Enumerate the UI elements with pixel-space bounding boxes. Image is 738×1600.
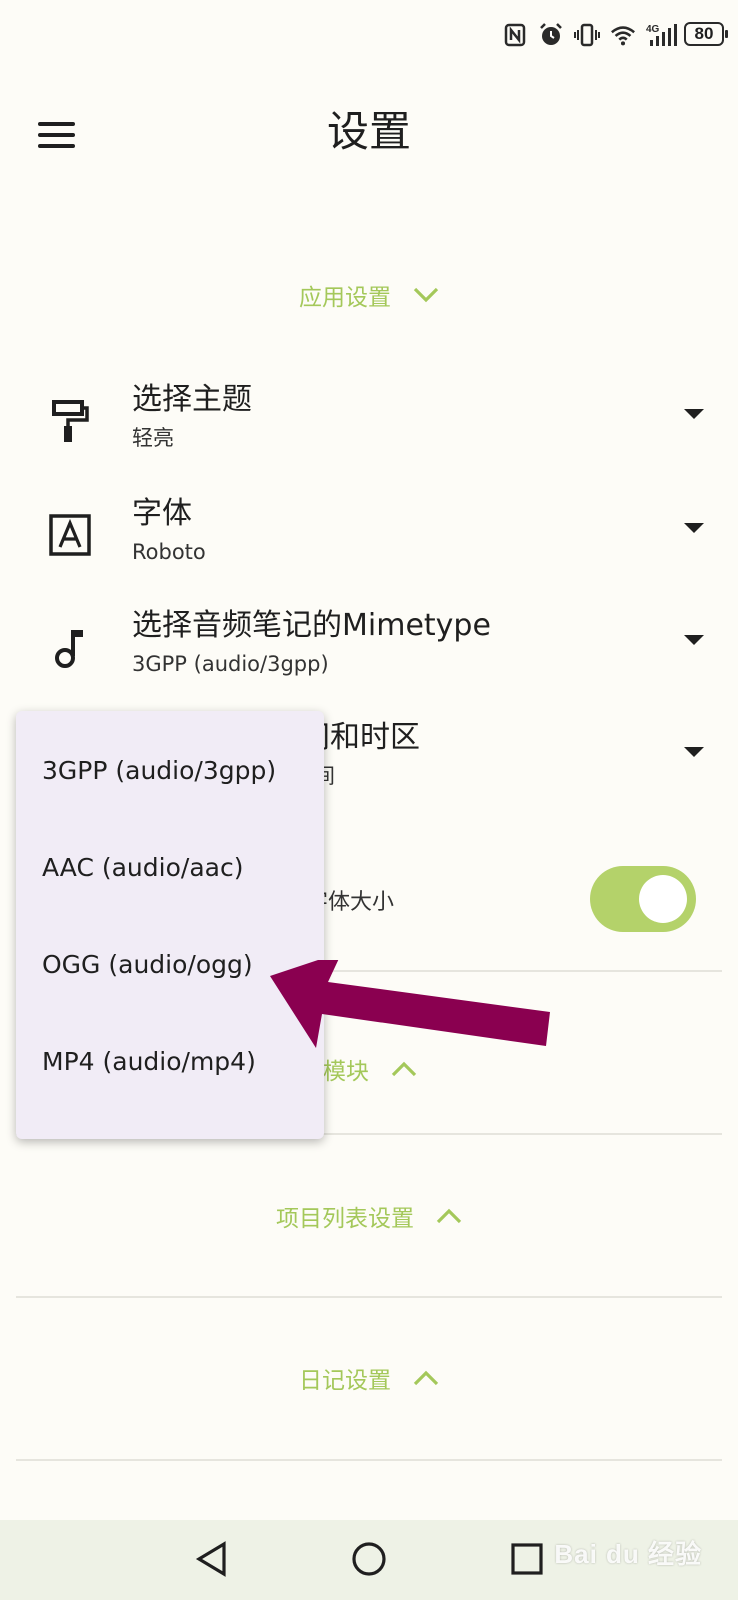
divider <box>16 1459 722 1461</box>
setting-audio-mimetype[interactable]: 选择音频笔记的Mimetype 3GPP (audio/3gpp) <box>30 602 720 702</box>
section-title: 项目列表设置 <box>276 1206 414 1232</box>
annotation-arrow <box>270 952 560 1064</box>
chevron-down-icon <box>413 282 439 308</box>
nfc-icon <box>502 22 528 48</box>
section-title: 应用设置 <box>299 285 391 311</box>
chevron-up-icon <box>436 1203 462 1229</box>
vibrate-icon <box>574 22 600 48</box>
dropdown-option-aac[interactable]: AAC (audio/aac) <box>16 818 324 918</box>
dropdown-arrow-icon <box>682 744 706 758</box>
status-bar: 4G 80 <box>0 0 738 70</box>
toggle-knob <box>639 875 687 923</box>
4g-signal-icon: 4G <box>646 22 680 48</box>
setting-value: 3GPP (audio/3gpp) <box>132 652 329 676</box>
home-circle-icon[interactable] <box>344 1534 394 1584</box>
setting-theme[interactable]: 选择主题 轻亮 <box>30 376 720 476</box>
divider <box>16 1296 722 1298</box>
paint-roller-icon <box>48 396 92 446</box>
dropdown-arrow-icon <box>682 406 706 420</box>
chevron-up-icon <box>413 1365 439 1391</box>
setting-value: Roboto <box>132 540 206 564</box>
back-triangle-icon[interactable] <box>186 1534 236 1584</box>
setting-title: 选择音频笔记的Mimetype <box>132 608 491 643</box>
wifi-icon <box>610 22 636 48</box>
alarm-icon <box>538 22 564 48</box>
dropdown-arrow-icon <box>682 520 706 534</box>
section-title: 日记设置 <box>299 1368 391 1394</box>
recents-square-icon[interactable] <box>502 1534 552 1584</box>
section-header-diary[interactable]: 日记设置 <box>0 1350 738 1406</box>
setting-title: 字体 <box>132 496 192 531</box>
setting-title: 选择主题 <box>132 382 252 417</box>
watermark: Bai du 经验 <box>554 1539 702 1569</box>
setting-value: 轻亮 <box>132 426 174 450</box>
svg-text:4G: 4G <box>646 24 660 35</box>
battery-indicator: 80 <box>684 22 728 46</box>
section-header-project-list[interactable]: 项目列表设置 <box>0 1188 738 1244</box>
font-a-icon <box>48 510 92 560</box>
section-header-app-settings[interactable]: 应用设置 <box>0 267 738 323</box>
dropdown-arrow-icon <box>682 632 706 646</box>
setting-font[interactable]: 字体 Roboto <box>30 490 720 590</box>
font-size-toggle[interactable] <box>590 866 696 932</box>
page-title: 设置 <box>326 107 411 156</box>
status-icons: 4G <box>502 22 680 48</box>
dropdown-option-3gpp[interactable]: 3GPP (audio/3gpp) <box>16 721 324 821</box>
mimetype-dropdown-menu: 3GPP (audio/3gpp) AAC (audio/aac) OGG (a… <box>16 711 324 1139</box>
music-note-icon <box>48 622 92 672</box>
